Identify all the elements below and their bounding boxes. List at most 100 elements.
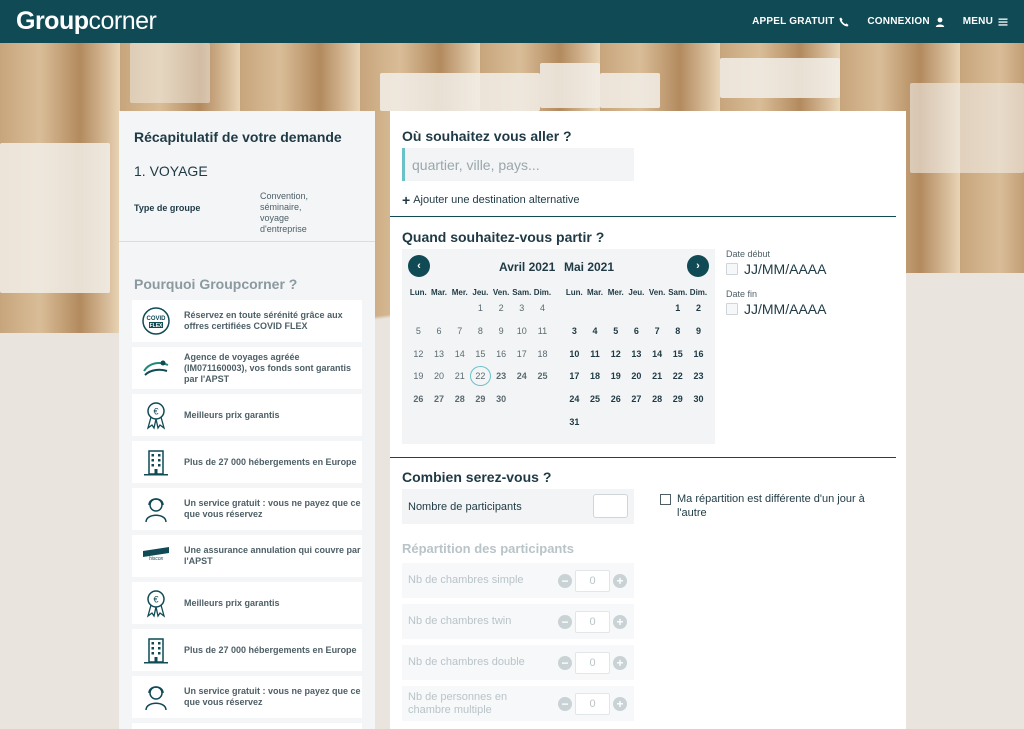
calendar-day[interactable]: 30 (688, 394, 709, 404)
plus-button[interactable]: + (613, 574, 627, 588)
calendar-day[interactable]: 30 (491, 394, 512, 404)
summary-panel: Récapitulatif de votre demande 1. VOYAGE… (119, 111, 375, 729)
calendar-next-button[interactable]: › (687, 255, 709, 277)
plus-button[interactable]: + (613, 615, 627, 629)
calendar-day[interactable]: 22 (667, 371, 688, 381)
calendar-day-number: 5 (415, 326, 421, 337)
calendar-day[interactable]: 15 (667, 349, 688, 359)
calendar-day[interactable]: 13 (429, 349, 450, 359)
calendar-day[interactable]: 25 (532, 371, 553, 381)
minus-icon: − (561, 656, 569, 670)
calendar-day[interactable]: 28 (449, 394, 470, 404)
calendar-day[interactable]: 12 (605, 349, 626, 359)
hotel-building-icon (140, 446, 172, 478)
calendar-day[interactable]: 16 (491, 349, 512, 359)
calendar-day-number: 3 (571, 326, 577, 337)
calendar-week-row: 12 (564, 297, 709, 320)
calendar-day[interactable]: 6 (429, 326, 450, 336)
quantity-input[interactable]: 0 (575, 611, 610, 633)
calendar-prev-button[interactable]: ‹ (408, 255, 430, 277)
calendar-day[interactable]: 19 (605, 371, 626, 381)
calendar-day[interactable]: 21 (449, 371, 470, 381)
calendar-day[interactable]: 9 (688, 326, 709, 336)
room-row-label: Nb de chambres simple (408, 574, 524, 586)
calendar-day-number: 14 (454, 348, 465, 359)
calendar-day[interactable]: 29 (667, 394, 688, 404)
calendar-day[interactable]: 26 (605, 394, 626, 404)
calendar-day[interactable]: 18 (532, 349, 553, 359)
calendar-day[interactable]: 19 (408, 371, 429, 381)
calendar-day[interactable]: 28 (647, 394, 668, 404)
calendar-day[interactable]: 2 (688, 303, 709, 313)
calendar-day[interactable]: 3 (511, 303, 532, 313)
minus-button[interactable]: − (558, 615, 572, 629)
calendar-day[interactable]: 1 (667, 303, 688, 313)
calendar-day[interactable]: 26 (408, 394, 429, 404)
groupcorner-logo[interactable]: Groupcorner (16, 7, 157, 36)
calendar-day[interactable]: 1 (470, 303, 491, 313)
calendar-day[interactable]: 3 (564, 326, 585, 336)
calendar-day[interactable]: 8 (667, 326, 688, 336)
minus-button[interactable]: − (558, 697, 572, 711)
calendar-day[interactable]: 4 (585, 326, 606, 336)
calendar-day[interactable]: 16 (688, 349, 709, 359)
calendar-day[interactable]: 23 (491, 371, 512, 381)
calendar-day[interactable]: 27 (429, 394, 450, 404)
calendar-week-row: 3 4 5 6 7 8 9 (564, 320, 709, 343)
nav-login[interactable]: CONNEXION (867, 16, 944, 27)
calendar-day[interactable]: 14 (647, 349, 668, 359)
calendar-day[interactable]: 10 (564, 349, 585, 359)
minus-button[interactable]: − (558, 574, 572, 588)
calendar-day[interactable]: 18 (585, 371, 606, 381)
calendar-day[interactable]: 11 (532, 326, 553, 336)
calendar-day[interactable]: 31 (564, 417, 585, 427)
calendar-day[interactable]: 5 (605, 326, 626, 336)
calendar-day-number: 10 (569, 348, 580, 359)
calendar-day[interactable]: 27 (626, 394, 647, 404)
weekday-label: Ven. (492, 288, 510, 297)
calendar-day[interactable]: 24 (564, 394, 585, 404)
calendar-day[interactable]: 10 (511, 326, 532, 336)
destination-input[interactable] (402, 148, 634, 181)
calendar-week-row: 5 6 7 8 9 10 11 (408, 320, 553, 343)
end-date-input[interactable]: JJ/MM/AAAA (726, 301, 826, 317)
calendar-month-may: Mai 2021 (564, 260, 615, 274)
calendar-day[interactable]: 17 (564, 371, 585, 381)
svg-text:COVID: COVID (146, 316, 166, 322)
calendar-day[interactable]: 20 (626, 371, 647, 381)
plus-button[interactable]: + (613, 656, 627, 670)
calendar-day[interactable]: 9 (491, 326, 512, 336)
calendar-day-today[interactable]: 22 (470, 366, 491, 387)
calendar-day[interactable]: 29 (470, 394, 491, 404)
nav-free-call[interactable]: APPEL GRATUIT (752, 16, 849, 27)
calendar-day[interactable]: 25 (585, 394, 606, 404)
calendar-day[interactable]: 7 (647, 326, 668, 336)
calendar-day[interactable]: 14 (449, 349, 470, 359)
add-alternative-destination-button[interactable]: + Ajouter une destination alternative (402, 192, 580, 208)
calendar-day[interactable]: 12 (408, 349, 429, 359)
quantity-input[interactable]: 0 (575, 570, 610, 592)
calendar-day[interactable]: 4 (532, 303, 553, 313)
calendar-day[interactable]: 20 (429, 371, 450, 381)
quantity-input[interactable]: 0 (575, 693, 610, 715)
calendar-day[interactable]: 8 (470, 326, 491, 336)
start-date-input[interactable]: JJ/MM/AAAA (726, 261, 826, 277)
calendar-day[interactable]: 24 (511, 371, 532, 381)
calendar-day[interactable]: 5 (408, 326, 429, 336)
different-distribution-checkbox[interactable] (660, 494, 671, 505)
calendar-day[interactable]: 13 (626, 349, 647, 359)
calendar-day[interactable]: 17 (511, 349, 532, 359)
calendar-day[interactable]: 2 (491, 303, 512, 313)
calendar-day[interactable]: 7 (449, 326, 470, 336)
quantity-input[interactable]: 0 (575, 652, 610, 674)
participants-count-input[interactable] (593, 494, 628, 518)
calendar-day[interactable]: 23 (688, 371, 709, 381)
calendar-day[interactable]: 15 (470, 349, 491, 359)
calendar-day[interactable]: 21 (647, 371, 668, 381)
nav-menu[interactable]: MENU (963, 16, 1008, 27)
start-date-label: Date début (726, 249, 771, 259)
calendar-day[interactable]: 6 (626, 326, 647, 336)
calendar-day[interactable]: 11 (585, 349, 606, 359)
plus-button[interactable]: + (613, 697, 627, 711)
minus-button[interactable]: − (558, 656, 572, 670)
